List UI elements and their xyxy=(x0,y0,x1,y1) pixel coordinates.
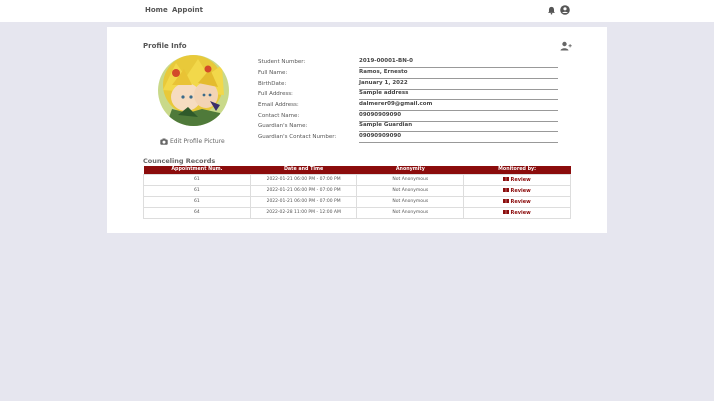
profile-card: Profile Info Edit Profile Picture Studen… xyxy=(107,27,607,233)
col-date-time: Date and Time xyxy=(250,166,357,174)
birthdate-label: BirthDate: xyxy=(258,81,287,87)
profile-picture xyxy=(158,55,229,126)
col-monitored-by: Monitored by: xyxy=(463,166,571,174)
table-row: 61 2022-01-21 06:00 PM - 07:00 PM Not An… xyxy=(143,184,571,197)
review-link[interactable]: Review xyxy=(510,188,530,194)
appointment-num-cell: 61 xyxy=(143,173,251,186)
avatar xyxy=(158,55,229,126)
anonymity-cell: Not Anonymous xyxy=(356,206,465,219)
guardian-name-label: Guardian's Name: xyxy=(258,123,308,129)
edit-profile-picture-button[interactable]: Edit Profile Picture xyxy=(160,138,225,145)
date-time-cell: 2022-02-28 11:00 PM - 12:00 AM xyxy=(249,206,358,219)
contact-name-value: 09090909090 xyxy=(359,112,558,122)
top-navbar: Home Appoint xyxy=(0,0,714,22)
book-icon xyxy=(503,177,510,181)
camera-icon xyxy=(160,138,168,145)
anonymity-cell: Not Anonymous xyxy=(356,195,465,208)
appointment-num-cell: 61 xyxy=(143,184,251,197)
guardian-contact-label: Guardian's Contact Number: xyxy=(258,134,337,140)
monitored-by-cell: Review xyxy=(463,206,571,219)
table-header-row: Appointment Num. Date and Time Anonymity… xyxy=(143,166,571,174)
monitored-by-cell: Review xyxy=(463,184,571,197)
email-address-label: Email Address: xyxy=(258,102,299,108)
anonymity-cell: Not Anonymous xyxy=(356,184,465,197)
student-number-value: 2019-00001-BN-0 xyxy=(359,58,558,68)
bell-icon[interactable] xyxy=(547,6,556,15)
col-appointment-num: Appointment Num. xyxy=(143,166,251,174)
appointment-num-cell: 64 xyxy=(143,206,251,219)
table-row: 61 2022-01-21 06:00 PM - 07:00 PM Not An… xyxy=(143,173,571,186)
appointment-num-cell: 61 xyxy=(143,195,251,208)
table-row: 64 2022-02-28 11:00 PM - 12:00 AM Not An… xyxy=(143,206,571,219)
guardian-name-value: Sample Guardian xyxy=(359,122,558,132)
date-time-cell: 2022-01-21 06:00 PM - 07:00 PM xyxy=(249,184,358,197)
full-address-label: Full Address: xyxy=(258,91,293,97)
add-user-icon[interactable] xyxy=(560,41,572,51)
student-number-label: Student Number: xyxy=(258,59,306,65)
review-link[interactable]: Review xyxy=(510,199,530,205)
nav-home-link[interactable]: Home xyxy=(145,6,168,14)
table-row: 61 2022-01-21 06:00 PM - 07:00 PM Not An… xyxy=(143,195,571,208)
nav-appoint-link[interactable]: Appoint xyxy=(172,6,203,14)
full-name-label: Full Name: xyxy=(258,70,288,76)
review-link[interactable]: Review xyxy=(510,210,530,216)
anonymity-cell: Not Anonymous xyxy=(356,173,465,186)
full-address-value: Sample address xyxy=(359,90,558,100)
book-icon xyxy=(503,199,510,203)
monitored-by-cell: Review xyxy=(463,173,571,186)
book-icon xyxy=(503,210,510,214)
counseling-records-title: Counceling Records xyxy=(143,157,216,165)
date-time-cell: 2022-01-21 06:00 PM - 07:00 PM xyxy=(249,195,358,208)
counseling-records-table: Appointment Num. Date and Time Anonymity… xyxy=(143,166,571,219)
date-time-cell: 2022-01-21 06:00 PM - 07:00 PM xyxy=(249,173,358,186)
col-anonymity: Anonymity xyxy=(356,166,464,174)
edit-profile-picture-label: Edit Profile Picture xyxy=(170,138,225,145)
review-link[interactable]: Review xyxy=(510,177,530,183)
email-address-value: dalmerer09@gmail.com xyxy=(359,101,558,111)
guardian-contact-value: 09090909090 xyxy=(359,133,558,143)
full-name-value: Ramos, Ernesto xyxy=(359,69,558,79)
monitored-by-cell: Review xyxy=(463,195,571,208)
contact-name-label: Contact Name: xyxy=(258,113,300,119)
user-circle-icon[interactable] xyxy=(560,5,570,15)
book-icon xyxy=(503,188,510,192)
profile-info-title: Profile Info xyxy=(143,42,187,50)
birthdate-value: January 1, 2022 xyxy=(359,80,558,90)
